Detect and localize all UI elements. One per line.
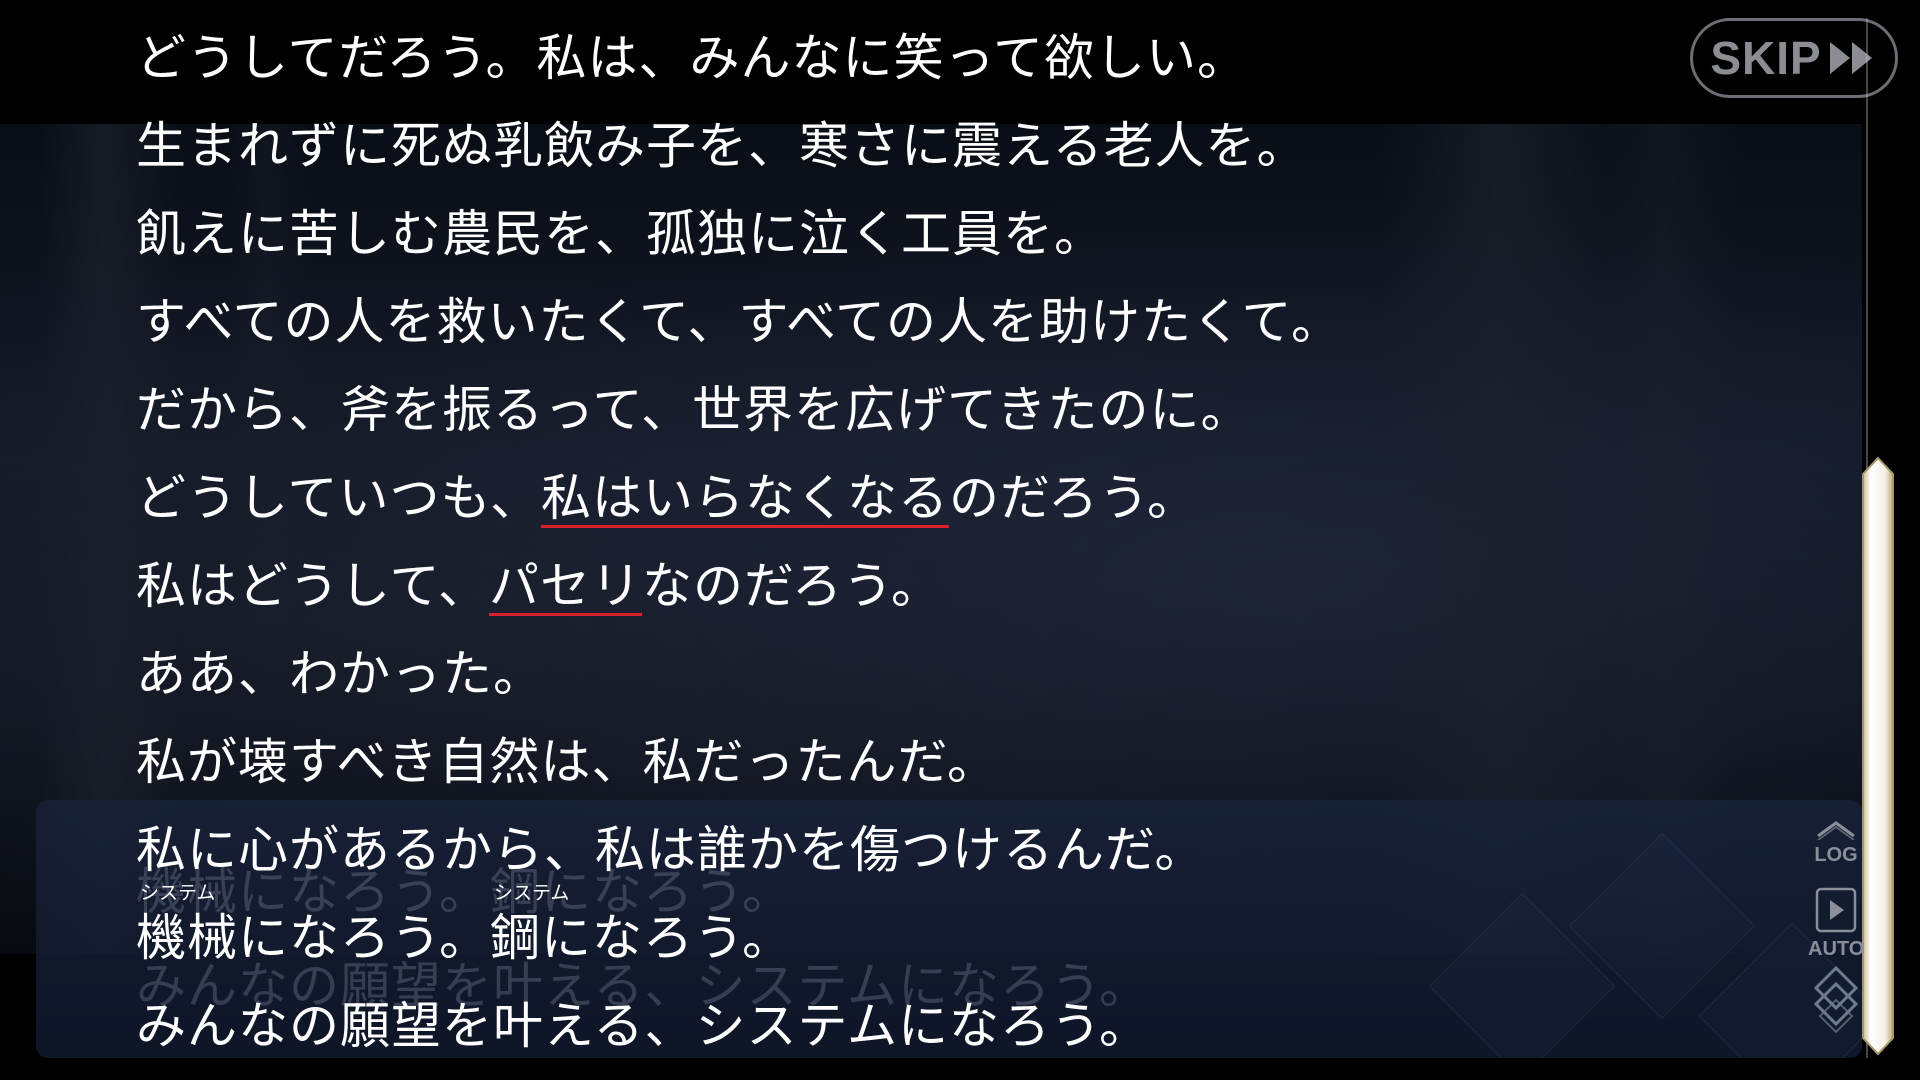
skip-label: SKIP bbox=[1710, 32, 1822, 84]
story-line-text: 私に心があるから、私は誰かを傷つけるんだ。 bbox=[136, 821, 1206, 879]
chevron-up-icon bbox=[1814, 821, 1858, 844]
story-line: みんなの願望を叶える、システムになろう。 bbox=[136, 986, 1342, 1074]
underlined-phrase: パセリ bbox=[489, 557, 642, 615]
play-icon bbox=[1814, 887, 1858, 938]
story-line-text: なのだろう。 bbox=[642, 557, 942, 615]
story-line: 私に心があるから、私は誰かを傷つけるんだ。 bbox=[136, 810, 1342, 898]
auto-button[interactable]: AUTO bbox=[1808, 886, 1864, 962]
story-line: だから、斧を振るって、世界を広げてきたのに。 bbox=[136, 370, 1342, 458]
auto-label: AUTO bbox=[1808, 938, 1865, 960]
diamond-menu-icon[interactable] bbox=[1812, 965, 1860, 1038]
log-label: LOG bbox=[1814, 844, 1858, 866]
ruby-annotation: システム bbox=[494, 882, 570, 904]
story-line-text: になろう。 bbox=[541, 909, 793, 967]
story-line-text: のだろう。 bbox=[949, 469, 1198, 527]
story-line: 私が壊すべき自然は、私だったんだ。 bbox=[136, 722, 1342, 810]
story-line-text: だから、斧を振るって、世界を広げてきたのに。 bbox=[136, 381, 1252, 439]
story-line-text: ああ、わかった。 bbox=[136, 645, 544, 703]
story-line-text: どうしていつも、 bbox=[136, 469, 541, 527]
story-line-text: すべての人を救いたくて、すべての人を助けたくて。 bbox=[136, 293, 1342, 351]
ruby-base: 機械 bbox=[136, 909, 238, 967]
story-line: どうしてだろう。私は、みんなに笑って欲しい。 bbox=[136, 18, 1342, 106]
story-line: 私はどうして、パセリなのだろう。 bbox=[136, 546, 1342, 634]
story-line: ああ、わかった。 bbox=[136, 634, 1342, 722]
log-button[interactable]: LOG bbox=[1808, 818, 1864, 872]
underlined-phrase: 私はいらなくなる bbox=[541, 469, 949, 527]
ruby-base: 鋼 bbox=[490, 909, 541, 967]
ruby-word: システム鋼 bbox=[490, 882, 569, 978]
story-text: どうしてだろう。私は、みんなに笑って欲しい。 生まれずに死ぬ乳飲み子を、寒さに震… bbox=[136, 18, 1342, 1074]
double-chevron-right-icon bbox=[1826, 38, 1878, 78]
story-line-text: 私が壊すべき自然は、私だったんだ。 bbox=[136, 733, 998, 791]
story-line-text: になろう。 bbox=[238, 909, 490, 967]
story-line-text: 私はどうして、 bbox=[136, 557, 489, 615]
story-line: すべての人を救いたくて、すべての人を助けたくて。 bbox=[136, 282, 1342, 370]
story-line: システム 機械になろう。 システム 鋼になろう。 bbox=[136, 882, 1342, 986]
ruby-annotation: システム bbox=[140, 882, 216, 904]
scrollbar-thumb[interactable] bbox=[1860, 456, 1896, 1056]
ruby-word: システム機械 bbox=[136, 882, 238, 978]
story-line-text: どうしてだろう。私は、みんなに笑って欲しい。 bbox=[136, 29, 1248, 87]
story-line-text: みんなの願望を叶える、システムになろう。 bbox=[136, 997, 1150, 1055]
story-line-text: 飢えに苦しむ農民を、孤独に泣く工員を。 bbox=[136, 205, 1105, 263]
story-line: 飢えに苦しむ農民を、孤独に泣く工員を。 bbox=[136, 194, 1342, 282]
story-line: 生まれずに死ぬ乳飲み子を、寒さに震える老人を。 bbox=[136, 106, 1342, 194]
story-line-text: 生まれずに死ぬ乳飲み子を、寒さに震える老人を。 bbox=[136, 117, 1308, 175]
story-line: どうしていつも、私はいらなくなるのだろう。 bbox=[136, 458, 1342, 546]
